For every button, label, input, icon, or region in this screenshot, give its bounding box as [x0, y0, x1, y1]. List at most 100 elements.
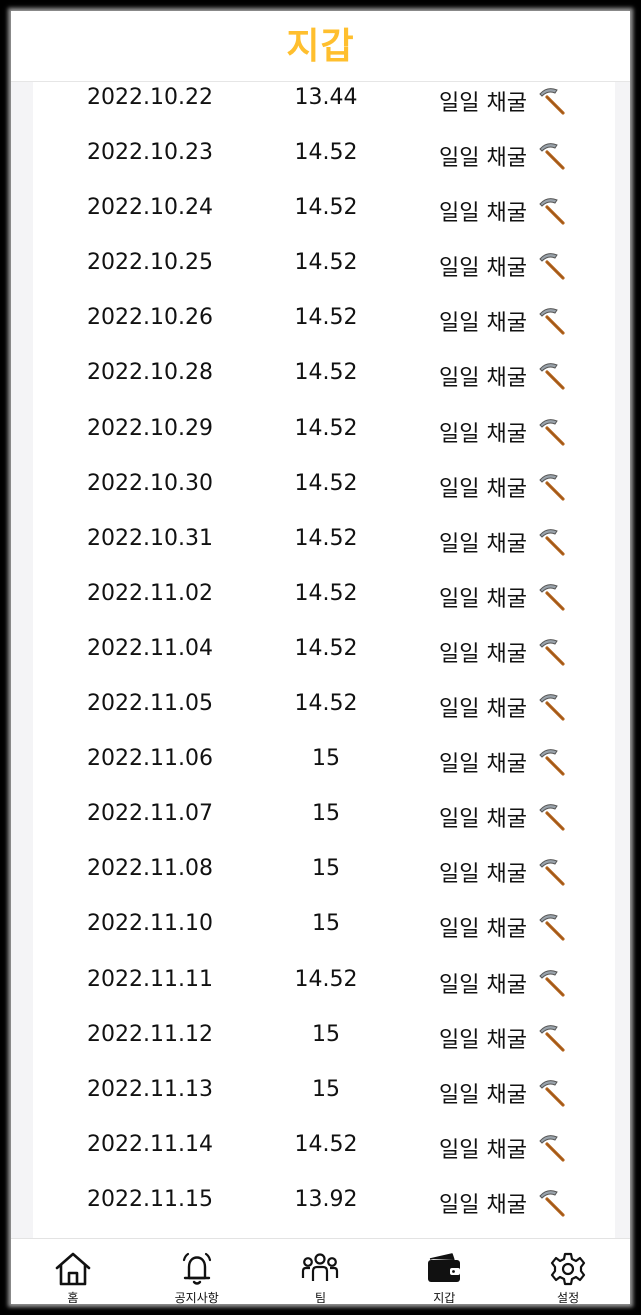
transaction-type: 일일 채굴: [439, 91, 527, 116]
transaction-row: 2022.10.23 14.52 일일 채굴: [33, 137, 615, 192]
transaction-date: 2022.11.13: [87, 1076, 213, 1102]
transaction-amount: 15: [312, 856, 340, 882]
pick-icon: [539, 804, 565, 831]
transaction-type: 일일 채굴: [439, 586, 527, 612]
transaction-type: 일일 채굴: [439, 697, 527, 723]
pick-icon: [539, 584, 565, 611]
transaction-date: 2022.10.24: [87, 195, 213, 221]
wallet-icon: [428, 1253, 461, 1282]
transaction-row: 2022.11.12 15 일일 채굴: [33, 1019, 615, 1074]
pick-icon: [539, 198, 565, 225]
transaction-amount: 14.52: [294, 360, 358, 386]
transaction-date: 2022.11.07: [87, 801, 213, 827]
transaction-date: 2022.10.30: [87, 470, 213, 496]
transaction-amount: 15: [312, 801, 340, 827]
bottom-tab-bar: 홈 공지사항 팀 지갑 설정: [11, 1238, 630, 1304]
transaction-amount: 14.52: [294, 195, 358, 221]
transaction-type: 일일 채굴: [439, 531, 527, 557]
pick-icon: [539, 1024, 565, 1052]
transaction-type: 일일 채굴: [439, 421, 527, 447]
transaction-amount: 13.44: [294, 85, 358, 110]
transaction-row: 2022.11.05 14.52 일일 채굴: [33, 688, 615, 743]
transaction-type: 일일 채굴: [439, 1082, 527, 1108]
pick-icon: [539, 528, 565, 556]
transaction-list: 2022.10.22 13.44 일일 채굴 2022.10.23 14.52 일일 채굴…: [33, 82, 615, 1238]
pick-icon: [539, 859, 565, 886]
transaction-amount: 15: [312, 911, 340, 937]
transaction-date: 2022.10.28: [87, 360, 213, 386]
transaction-amount: 14.52: [294, 140, 358, 166]
pick-icon: [539, 969, 565, 997]
transaction-date: 2022.11.06: [87, 746, 213, 772]
transaction-date: 2022.11.12: [87, 1021, 213, 1047]
app-screen: 지갑 2022.10.22 13.44 일일 채굴 2022.10.23 14.52 일일…: [11, 11, 630, 1304]
transaction-type: 일일 채굴: [439, 752, 527, 778]
transaction-amount: 15: [312, 746, 340, 772]
tab-wallet[interactable]: 지갑: [382, 1239, 506, 1304]
transaction-row: 2022.11.10 15 일일 채굴: [33, 908, 615, 963]
transaction-amount: 15: [312, 1021, 340, 1047]
transaction-date: 2022.10.29: [87, 415, 213, 441]
home-icon: [55, 1252, 91, 1286]
transaction-row: 2022.10.22 13.44 일일 채굴: [33, 82, 615, 137]
tab-settings[interactable]: 설정: [506, 1239, 630, 1304]
tab-label: 팀: [314, 1291, 327, 1304]
transaction-amount: 14.52: [294, 415, 358, 441]
transaction-date: 2022.11.02: [87, 580, 213, 606]
pick-icon: [539, 639, 565, 666]
transaction-amount: 14.52: [294, 1131, 358, 1157]
transaction-type: 일일 채굴: [439, 917, 527, 943]
transaction-date: 2022.10.23: [87, 140, 213, 166]
tab-home[interactable]: 홈: [11, 1239, 135, 1304]
transaction-row: 2022.11.07 15 일일 채굴: [33, 798, 615, 853]
tab-notice[interactable]: 공지사항: [135, 1239, 259, 1304]
transaction-date: 2022.10.26: [87, 305, 213, 331]
tab-label: 홈: [67, 1291, 79, 1304]
wallet-history-scroll[interactable]: 2022.10.22 13.44 일일 채굴 2022.10.23 14.52 일일 채굴…: [11, 82, 630, 1238]
transaction-amount: 14.52: [294, 635, 358, 661]
transaction-row: 2022.10.30 14.52 일일 채굴: [33, 468, 615, 523]
tab-label: 지갑: [433, 1291, 456, 1304]
transaction-row: 2022.10.25 14.52 일일 채굴: [33, 247, 615, 302]
transaction-type: 일일 채굴: [439, 311, 527, 337]
transaction-type: 일일 채굴: [439, 1137, 527, 1163]
pick-icon: [539, 363, 565, 391]
transaction-date: 2022.10.25: [87, 250, 213, 276]
transaction-row: 2022.11.13 15 일일 채굴: [33, 1074, 615, 1129]
transaction-row: 2022.10.31 14.52 일일 채굴: [33, 523, 615, 578]
page-title: 지갑: [286, 26, 355, 67]
transaction-date: 2022.11.05: [87, 691, 213, 717]
transaction-row: 2022.11.04 14.52 일일 채굴: [33, 633, 615, 688]
transaction-type: 일일 채굴: [439, 1027, 527, 1053]
transaction-date: 2022.11.11: [87, 966, 213, 992]
transaction-amount: 14.52: [294, 580, 358, 606]
transaction-row: 2022.11.14 14.52 일일 채굴: [33, 1129, 615, 1184]
pick-icon: [539, 473, 565, 501]
transaction-row: 2022.11.02 14.52 일일 채굴: [33, 578, 615, 633]
transaction-type: 일일 채굴: [439, 862, 527, 888]
transaction-date: 2022.10.31: [87, 525, 213, 551]
transaction-row: 2022.10.29 14.52 일일 채굴: [33, 413, 615, 468]
app-header: 지갑: [11, 11, 630, 82]
pick-icon: [539, 88, 565, 115]
transaction-type: 일일 채굴: [439, 807, 527, 833]
transaction-date: 2022.11.04: [87, 635, 213, 661]
transaction-amount: 14.52: [294, 691, 358, 717]
transaction-date: 2022.11.08: [87, 856, 213, 882]
transaction-amount: 14.52: [294, 250, 358, 276]
transaction-amount: 14.52: [294, 470, 358, 496]
transaction-amount: 13.92: [294, 1186, 358, 1212]
tab-team[interactable]: 팀: [259, 1239, 383, 1304]
pick-icon: [539, 1134, 565, 1162]
transaction-row: 2022.10.26 14.52 일일 채굴: [33, 302, 615, 357]
transaction-type: 일일 채굴: [439, 201, 527, 227]
transaction-date: 2022.11.10: [87, 911, 213, 937]
transaction-type: 일일 채굴: [439, 1192, 527, 1218]
pick-icon: [539, 1190, 565, 1217]
pick-icon: [539, 308, 565, 335]
pick-icon: [539, 143, 565, 170]
transaction-panel: 2022.10.22 13.44 일일 채굴 2022.10.23 14.52 일일 채굴…: [33, 82, 615, 1238]
transaction-row: 2022.11.11 14.52 일일 채굴: [33, 964, 615, 1019]
transaction-row: 2022.11.06 15 일일 채굴: [33, 743, 615, 798]
transaction-type: 일일 채굴: [439, 972, 527, 998]
